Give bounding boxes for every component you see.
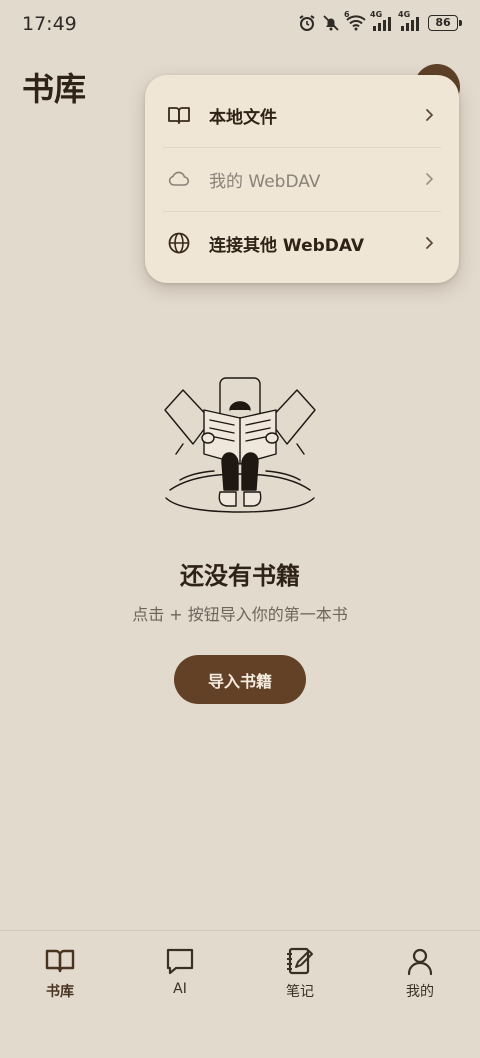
nav-label: 我的 <box>406 984 434 1000</box>
nav-label: AI <box>173 981 187 997</box>
nav-item-ai[interactable]: AI <box>120 945 240 1005</box>
notebook-edit-icon <box>287 947 313 975</box>
reading-person-illustration <box>164 377 316 513</box>
page-title: 书库 <box>22 70 87 108</box>
menu-item-label: 本地文件 <box>209 107 277 128</box>
nav-item-notes[interactable]: 笔记 <box>240 945 360 1005</box>
menu-item-my-webdav[interactable]: 我的 WebDAV <box>145 147 459 211</box>
globe-icon <box>168 232 190 254</box>
alarm-icon <box>299 15 315 31</box>
book-open-icon <box>168 107 190 124</box>
chevron-right-icon <box>426 173 433 185</box>
nav-label: 书库 <box>46 984 74 1000</box>
status-icons: 6 4G 4G 86 <box>298 10 462 32</box>
menu-item-label: 我的 WebDAV <box>209 171 321 192</box>
status-bar: 17:49 6 4G 4G 86 <box>0 0 480 48</box>
empty-state-subtitle: 点击 + 按钮导入你的第一本书 <box>132 605 348 624</box>
cloud-icon <box>168 171 190 186</box>
nav-label: 笔记 <box>286 984 314 1000</box>
user-icon <box>407 948 433 976</box>
library-screen: 17:49 6 4G 4G 86 书库 本地文件 我的 WebDAV 连接其他 … <box>0 0 480 1058</box>
import-books-button[interactable]: 导入书籍 <box>174 655 306 704</box>
nav-item-profile[interactable]: 我的 <box>360 945 480 1005</box>
chevron-right-icon <box>426 237 433 249</box>
network-type-1: 4G <box>370 10 383 19</box>
battery-indicator: 86 <box>428 15 462 31</box>
menu-item-local-files[interactable]: 本地文件 <box>145 83 459 147</box>
nav-item-library[interactable]: 书库 <box>0 945 120 1005</box>
status-time: 17:49 <box>22 13 77 35</box>
empty-state-title: 还没有书籍 <box>180 562 300 590</box>
import-source-menu: 本地文件 我的 WebDAV 连接其他 WebDAV <box>145 75 459 283</box>
book-open-icon <box>45 949 75 973</box>
menu-item-connect-webdav[interactable]: 连接其他 WebDAV <box>145 211 459 275</box>
network-type-2: 4G <box>398 10 411 19</box>
chevron-right-icon <box>426 109 433 121</box>
menu-item-label: 连接其他 WebDAV <box>209 235 365 256</box>
bottom-nav: 书库 AI 笔记 我的 <box>0 930 480 1058</box>
wifi-badge: 6 <box>344 10 350 19</box>
chat-bubble-icon <box>166 948 194 975</box>
mute-bell-icon <box>323 15 339 31</box>
